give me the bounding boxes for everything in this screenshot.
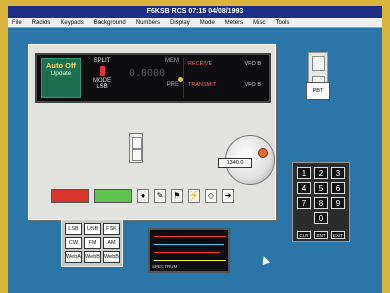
spectrum-display: SPECTRUM bbox=[148, 228, 230, 273]
key-clear[interactable]: CLR bbox=[297, 231, 311, 239]
app-window: F6KSB RCS 07:15 04/08/1993 File Radios K… bbox=[8, 6, 382, 293]
spectrum-label: SPECTRUM bbox=[152, 264, 178, 269]
spectrum-trace-2 bbox=[154, 244, 224, 245]
menu-numbers[interactable]: Numbers bbox=[136, 20, 160, 26]
vfo-tx[interactable]: VFO B bbox=[244, 82, 261, 88]
function-row: ♦ ✎ ⚑ ⚡ ◇ ➜ bbox=[51, 189, 234, 203]
pre-label: PRE bbox=[166, 82, 179, 88]
mode-fsk[interactable]: FSK bbox=[103, 223, 120, 235]
key-4[interactable]: 4 bbox=[297, 182, 311, 194]
key-2[interactable]: 2 bbox=[314, 167, 328, 179]
mode-lsb[interactable]: LSB bbox=[65, 223, 82, 235]
key-8[interactable]: 8 bbox=[314, 197, 328, 209]
radio-panel: Auto Off Update SPLIT MODE LSB MEM 0.000… bbox=[28, 44, 276, 220]
up-down-switch[interactable] bbox=[129, 133, 143, 163]
menu-bar: File Radios Keypads Background Numbers D… bbox=[8, 18, 382, 28]
transmit-label: TRANSMIT bbox=[188, 82, 217, 88]
auto-sub-label: Update bbox=[50, 70, 72, 77]
exit-icon[interactable]: ➜ bbox=[222, 189, 234, 203]
mode-usb[interactable]: USB bbox=[84, 223, 101, 235]
mode-cw[interactable]: CW bbox=[65, 237, 82, 249]
green-button[interactable] bbox=[94, 189, 132, 203]
key-7[interactable]: 7 bbox=[297, 197, 311, 209]
tuning-knob[interactable]: 1340.0 bbox=[218, 135, 275, 185]
menu-misc[interactable]: Misc bbox=[253, 20, 265, 26]
vfo-rx[interactable]: VFO B bbox=[244, 61, 261, 67]
antenna-icon[interactable]: ♦ bbox=[137, 189, 149, 203]
key-1[interactable]: 1 bbox=[297, 167, 311, 179]
key-exit[interactable]: EXIT bbox=[331, 231, 345, 239]
flag-icon[interactable]: ⚑ bbox=[171, 189, 183, 203]
split-led-icon bbox=[99, 66, 105, 76]
mode-weba[interactable]: WebA bbox=[65, 251, 82, 263]
frequency-readout: 0.0000 bbox=[129, 68, 166, 79]
diamond-icon[interactable]: ◇ bbox=[205, 189, 217, 203]
receive-label: RECEIVE bbox=[188, 61, 213, 67]
menu-mode[interactable]: Mode bbox=[200, 20, 215, 26]
mode-fm[interactable]: FM bbox=[84, 237, 101, 249]
vfo-block: RECEIVE VFO B TRANSMIT VFO B bbox=[183, 58, 267, 98]
mem-label: MEM bbox=[165, 58, 179, 64]
mode-webb-2[interactable]: WebB bbox=[103, 251, 120, 263]
menu-background[interactable]: Background bbox=[94, 20, 126, 26]
red-button[interactable] bbox=[51, 189, 89, 203]
radio-display: Auto Off Update SPLIT MODE LSB MEM 0.000… bbox=[35, 53, 271, 103]
settings-icon[interactable]: ✎ bbox=[154, 189, 166, 203]
pbt-button[interactable]: PBT bbox=[306, 82, 330, 100]
lightning-icon[interactable]: ⚡ bbox=[188, 189, 200, 203]
menu-display[interactable]: Display bbox=[170, 20, 190, 26]
menu-meters[interactable]: Meters bbox=[225, 20, 243, 26]
spectrum-trace-4 bbox=[154, 260, 226, 261]
menu-file[interactable]: File bbox=[12, 20, 22, 26]
auto-update-button[interactable]: Auto Off Update bbox=[41, 58, 81, 98]
key-enter[interactable]: ENT bbox=[314, 231, 328, 239]
mode-am[interactable]: AM bbox=[103, 237, 120, 249]
key-5[interactable]: 5 bbox=[314, 182, 328, 194]
side-button-1[interactable] bbox=[312, 56, 325, 71]
key-3[interactable]: 3 bbox=[331, 167, 345, 179]
auto-label: Auto Off bbox=[46, 61, 76, 70]
split-label: SPLIT bbox=[93, 58, 111, 64]
key-9[interactable]: 9 bbox=[331, 197, 345, 209]
window-title: F6KSB RCS 07:15 04/08/1993 bbox=[8, 6, 382, 18]
memory-block: MEM 0.0000 PRE bbox=[127, 58, 179, 98]
numeric-keypad: 1 2 3 4 5 6 7 8 9 0 CLR ENT EXIT bbox=[292, 162, 350, 242]
knob-value: 1340.0 bbox=[218, 158, 252, 168]
menu-keypads[interactable]: Keypads bbox=[60, 20, 83, 26]
mode-value: LSB bbox=[96, 84, 108, 90]
mode-keypad: LSB USB FSK CW FM AM WebA WebB WebB bbox=[61, 219, 123, 267]
split-block[interactable]: SPLIT MODE LSB bbox=[87, 58, 117, 100]
mode-webb-1[interactable]: WebB bbox=[84, 251, 101, 263]
knob-marker-icon bbox=[258, 148, 268, 158]
mouse-pointer-icon bbox=[259, 254, 271, 266]
spectrum-trace-3 bbox=[154, 252, 220, 253]
key-0[interactable]: 0 bbox=[314, 212, 328, 224]
spectrum-trace-1 bbox=[154, 236, 226, 237]
key-6[interactable]: 6 bbox=[331, 182, 345, 194]
menu-tools[interactable]: Tools bbox=[275, 20, 289, 26]
menu-radios[interactable]: Radios bbox=[32, 20, 51, 26]
